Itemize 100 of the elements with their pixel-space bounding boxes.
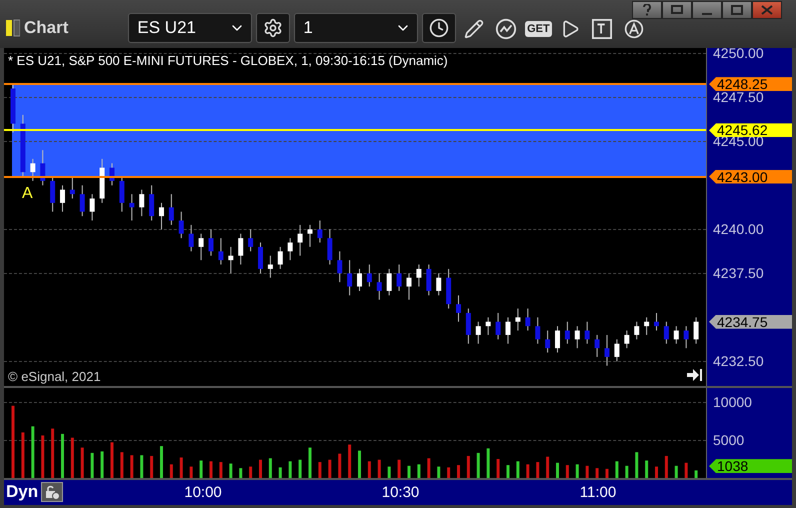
- help-icon: [643, 4, 651, 16]
- minimize-icon: [702, 13, 712, 15]
- candlestick: [584, 321, 590, 344]
- volume-tag: 1038: [709, 459, 792, 474]
- volume-bar: [51, 428, 54, 478]
- volume-bar: [200, 460, 203, 478]
- candlestick: [664, 321, 669, 344]
- candlestick: [574, 326, 580, 349]
- candlestick: [70, 176, 75, 200]
- volume-bar: [190, 466, 193, 478]
- candlestick: [80, 184, 85, 217]
- volume-bar: [546, 456, 550, 478]
- window-icon: [6, 19, 20, 37]
- volume-bar: [606, 468, 608, 478]
- candlestick: [386, 268, 392, 296]
- minimize-button[interactable]: [692, 1, 722, 19]
- candlestick: [436, 272, 442, 296]
- letter-a-circle-icon: [624, 19, 644, 39]
- settings-button[interactable]: [256, 13, 290, 43]
- candlestick: [298, 224, 303, 256]
- candlestick: [258, 242, 263, 274]
- pencil-icon: [464, 19, 484, 39]
- clock-button[interactable]: [422, 13, 456, 43]
- scroll-to-end-icon[interactable]: [686, 368, 702, 382]
- volume-bar: [596, 468, 599, 478]
- price-tick-label: 4247.50: [713, 91, 764, 104]
- candlestick: [406, 272, 412, 300]
- volume-bar: [41, 435, 44, 478]
- volume-bar: [130, 455, 134, 478]
- clock-icon: [429, 18, 450, 38]
- candlestick: [278, 246, 283, 270]
- volume-bar: [120, 452, 124, 478]
- candlestick: [396, 264, 402, 292]
- candlestick: [288, 238, 293, 261]
- scale-mode-label[interactable]: Dyn: [6, 482, 38, 502]
- maximize-button[interactable]: [722, 1, 752, 19]
- volume-bar: [259, 460, 262, 478]
- candlestick: [456, 294, 461, 322]
- price-tag: 4245.62: [709, 123, 792, 138]
- restore-button[interactable]: [662, 1, 692, 19]
- candlestick: [426, 264, 432, 296]
- candlestick: [674, 326, 679, 344]
- candlestick: [357, 268, 362, 292]
- symbol-dropdown[interactable]: ES U21: [128, 13, 252, 43]
- candlestick: [496, 312, 501, 340]
- volume-bar: [466, 456, 470, 478]
- candlestick: [248, 228, 254, 252]
- text-icon: [592, 19, 612, 39]
- candlestick: [50, 176, 56, 212]
- gear-icon: [263, 18, 284, 38]
- volume-bar: [437, 466, 440, 478]
- candlestick: [90, 194, 95, 222]
- candlestick: [564, 321, 570, 344]
- lock-button[interactable]: [41, 482, 64, 502]
- volume-bar: [140, 455, 144, 478]
- help-button[interactable]: [632, 1, 662, 19]
- volume-bar: [427, 458, 430, 478]
- volume-bar: [516, 461, 520, 478]
- volume-bar: [694, 470, 698, 478]
- volume-bar: [328, 460, 332, 478]
- candlestick: [337, 250, 342, 283]
- candlestick: [545, 330, 550, 354]
- restore-icon: [671, 5, 683, 15]
- volume-bar: [496, 459, 500, 478]
- candlestick: [476, 321, 481, 344]
- candlestick: [594, 334, 600, 358]
- candlestick: [129, 194, 134, 222]
- volume-bar: [645, 460, 648, 478]
- price-tag: 4248.25: [709, 77, 792, 92]
- interval-dropdown[interactable]: 1: [294, 13, 418, 43]
- candlestick: [624, 330, 630, 349]
- volume-bar: [239, 468, 242, 478]
- copyright-text: © eSignal, 2021: [8, 369, 101, 384]
- candlestick: [168, 194, 174, 226]
- volume-bar: [368, 461, 371, 478]
- volume-bar: [674, 466, 678, 478]
- candlestick: [218, 238, 224, 266]
- candlestick: [535, 316, 540, 344]
- volume-bar: [229, 464, 232, 478]
- volume-bar: [486, 448, 490, 478]
- close-icon: [761, 5, 773, 15]
- candlestick: [149, 184, 154, 222]
- volume-bar: [298, 460, 302, 478]
- volume-bar: [278, 467, 282, 478]
- volume-bar: [556, 462, 559, 478]
- volume-bar: [308, 448, 312, 478]
- volume-bar: [160, 446, 163, 478]
- volume-bar: [31, 426, 34, 478]
- volume-bar: [318, 462, 322, 478]
- candlestick: [376, 272, 382, 300]
- candlestick: [317, 220, 322, 244]
- volume-bar: [635, 452, 638, 478]
- candlestick: [634, 321, 640, 340]
- volume-bar: [80, 448, 84, 478]
- close-button[interactable]: [752, 1, 782, 19]
- volume-bar: [536, 462, 540, 478]
- window-title: Chart: [24, 18, 68, 38]
- candlestick: [208, 228, 214, 256]
- volume-bar: [110, 442, 114, 478]
- volume-bar: [21, 432, 24, 478]
